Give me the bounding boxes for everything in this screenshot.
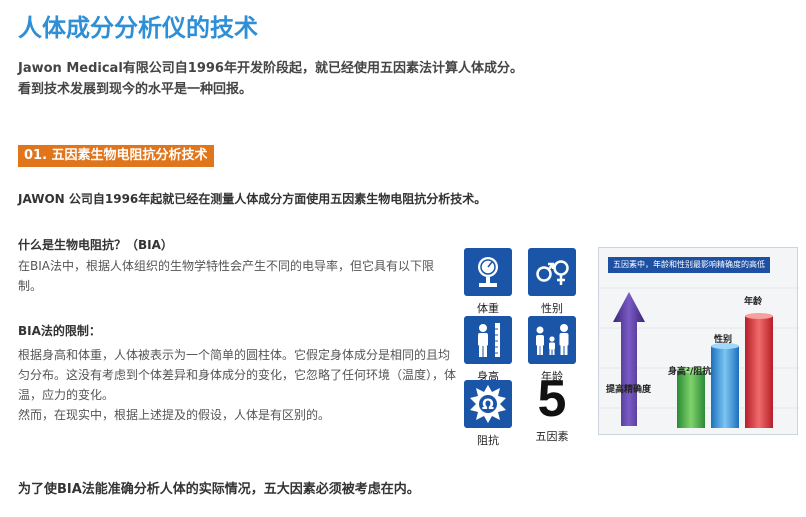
bar-height-weight <box>677 370 705 428</box>
accuracy-graphic <box>598 247 799 435</box>
graphic-banner: 五因素中，年龄和性别最影响精确度的高低 <box>608 257 770 273</box>
bar-label-height-weight: 身高²/阻抗 <box>668 367 712 377</box>
factor-impedance: Ω 阻抗 <box>455 380 521 450</box>
svg-text:Ω: Ω <box>482 397 494 413</box>
intro-line-1: Jawon Medical有限公司自1996年开发阶段起，就已经使用五因素法计算… <box>18 61 523 76</box>
conclusion-sentence: 为了使BIA法能准确分析人体的实际情况，五大因素必须被考虑在内。 <box>18 482 420 497</box>
factor-gender: 性别 <box>519 248 585 318</box>
bar-gender <box>711 346 739 428</box>
bia-question: 什么是生物电阻抗？（BIA） <box>18 238 173 252</box>
factor-height: 身高 <box>455 316 521 386</box>
bar-age <box>745 316 773 428</box>
arrow-label: 提高精确度 <box>606 385 652 395</box>
intro-line-2: 看到技术发展到现今的水平是一种回报。 <box>18 82 253 97</box>
accuracy-arrow <box>613 292 645 426</box>
limits-heading: BIA法的限制： <box>18 324 101 338</box>
page-title: 人体成分分析仪的技术 <box>18 14 258 42</box>
gender-icon <box>528 248 576 296</box>
bar-label-age: 年龄 <box>744 297 763 307</box>
five-factors-label: 五因素 <box>535 430 569 443</box>
family-age-icon <box>528 316 576 364</box>
limits-line-2: 然而，在现实中，根据上述提及的假设，人体是有区别的。 <box>18 408 331 422</box>
five-digit: 5 <box>537 370 567 428</box>
factor-weight-label: 体重 <box>477 302 499 315</box>
height-icon <box>464 316 512 364</box>
scale-icon <box>464 248 512 296</box>
limits-line-1: 根据身高和体重，人体被表示为一个简单的圆柱体。它假定身体成分是相同的且均匀分布。… <box>18 348 457 402</box>
limits-text: 根据身高和体重，人体被表示为一个简单的圆柱体。它假定身体成分是相同的且均匀分布。… <box>18 345 456 425</box>
section-heading: 01. 五因素生物电阻抗分析技术 <box>18 145 214 167</box>
factor-weight: 体重 <box>455 248 521 318</box>
factor-impedance-label: 阻抗 <box>477 434 499 447</box>
intro-paragraph: Jawon Medical有限公司自1996年开发阶段起，就已经使用五因素法计算… <box>18 58 523 100</box>
factor-gender-label: 性别 <box>541 302 563 315</box>
impedance-omega-icon: Ω <box>464 380 512 428</box>
bia-answer: 在BIA法中，根据人体组织的生物学特性会产生不同的电导率，但它具有以下限制。 <box>18 259 434 293</box>
bar-label-gender: 性别 <box>714 335 733 345</box>
lead-sentence: JAWON 公司自1996年起就已经在测量人体成分方面使用五因素生物电阻抗分析技… <box>18 192 487 206</box>
five-factors-badge: 5 五因素 <box>528 372 576 444</box>
